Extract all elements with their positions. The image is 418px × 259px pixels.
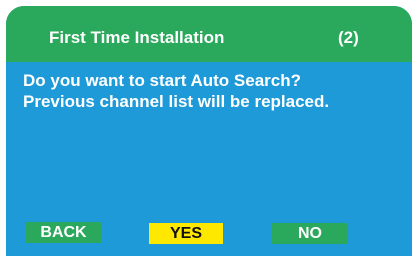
no-button[interactable]: NO (272, 223, 348, 244)
installation-dialog: First Time Installation (2) Do you want … (6, 6, 412, 256)
dialog-title-bar: First Time Installation (2) (6, 6, 412, 62)
dialog-title: First Time Installation (49, 28, 225, 47)
back-button[interactable]: BACK (26, 222, 101, 243)
message-line-1: Do you want to start Auto Search? (23, 71, 302, 90)
yes-button[interactable]: YES (149, 223, 223, 244)
dialog-message: Do you want to start Auto Search? Previo… (23, 70, 412, 112)
message-line-2: Previous channel list will be replaced. (23, 92, 330, 111)
step-indicator: (2) (338, 28, 359, 47)
